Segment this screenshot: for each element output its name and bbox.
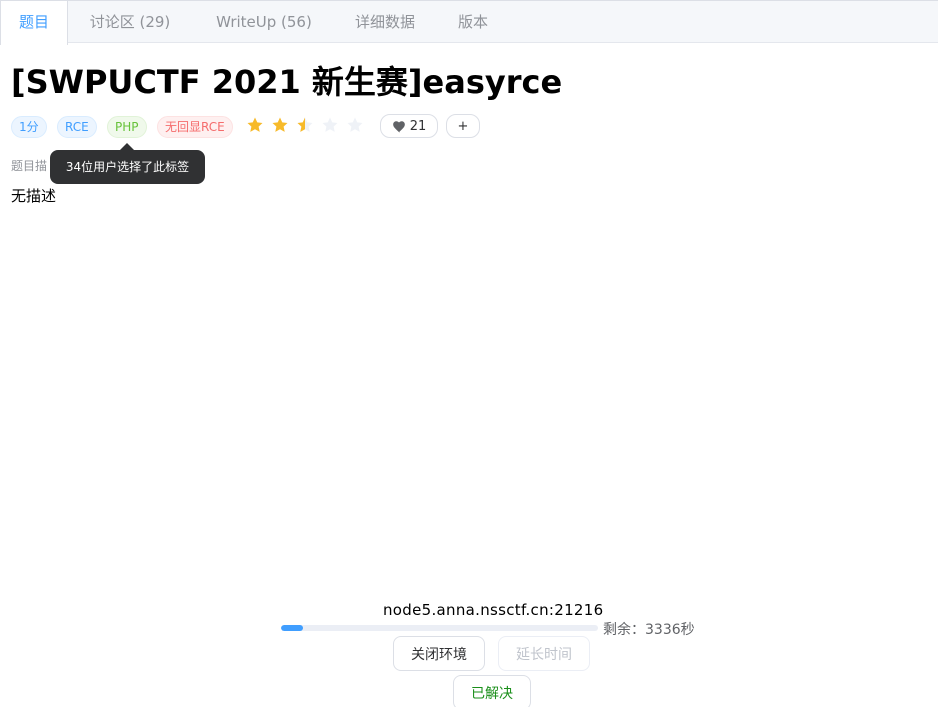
tooltip-arrow [120,143,134,150]
plus-icon: + [457,118,469,134]
star-empty-icon[interactable] [346,116,364,134]
half-star-icon[interactable] [296,116,314,134]
extend-time-button[interactable]: 延长时间 [498,636,590,671]
tag-rce[interactable]: RCE [57,116,97,138]
time-progress-bar [281,625,598,631]
solved-button[interactable]: 已解决 [453,675,531,707]
score-badge: 1分 [11,116,47,138]
time-progress-fill [281,625,304,631]
tab-discussion[interactable]: 讨论区 (29) [73,1,187,44]
tab-details[interactable]: 详细数据 [342,1,428,44]
description-label: 题目描 [11,159,48,173]
tag-tooltip: 34位用户选择了此标签 [50,150,205,184]
environment-host[interactable]: node5.anna.nssctf.cn:21216 [383,601,603,619]
description-text: 无描述 [11,187,57,205]
page-title: [SWPUCTF 2021 新生赛]easyrce [11,63,563,101]
remaining-time: 剩余：3336秒 [603,622,695,638]
like-count: 21 [409,118,427,134]
tab-bar: 题目 讨论区 (29) WriteUp (56) 详细数据 版本 [0,0,938,45]
close-environment-button[interactable]: 关闭环境 [393,636,485,671]
star-empty-icon[interactable] [321,116,339,134]
tag-php[interactable]: PHP [107,116,147,138]
heart-icon [392,120,405,133]
add-tag-button[interactable]: + [446,114,480,138]
tag-no-echo-rce[interactable]: 无回显RCE [157,116,233,138]
tab-version[interactable]: 版本 [444,1,502,44]
like-button[interactable]: 21 [380,114,438,138]
star-icon[interactable] [271,116,289,134]
tab-writeup[interactable]: WriteUp (56) [201,1,327,44]
tab-problem[interactable]: 题目 [0,1,68,45]
star-icon[interactable] [246,116,264,134]
